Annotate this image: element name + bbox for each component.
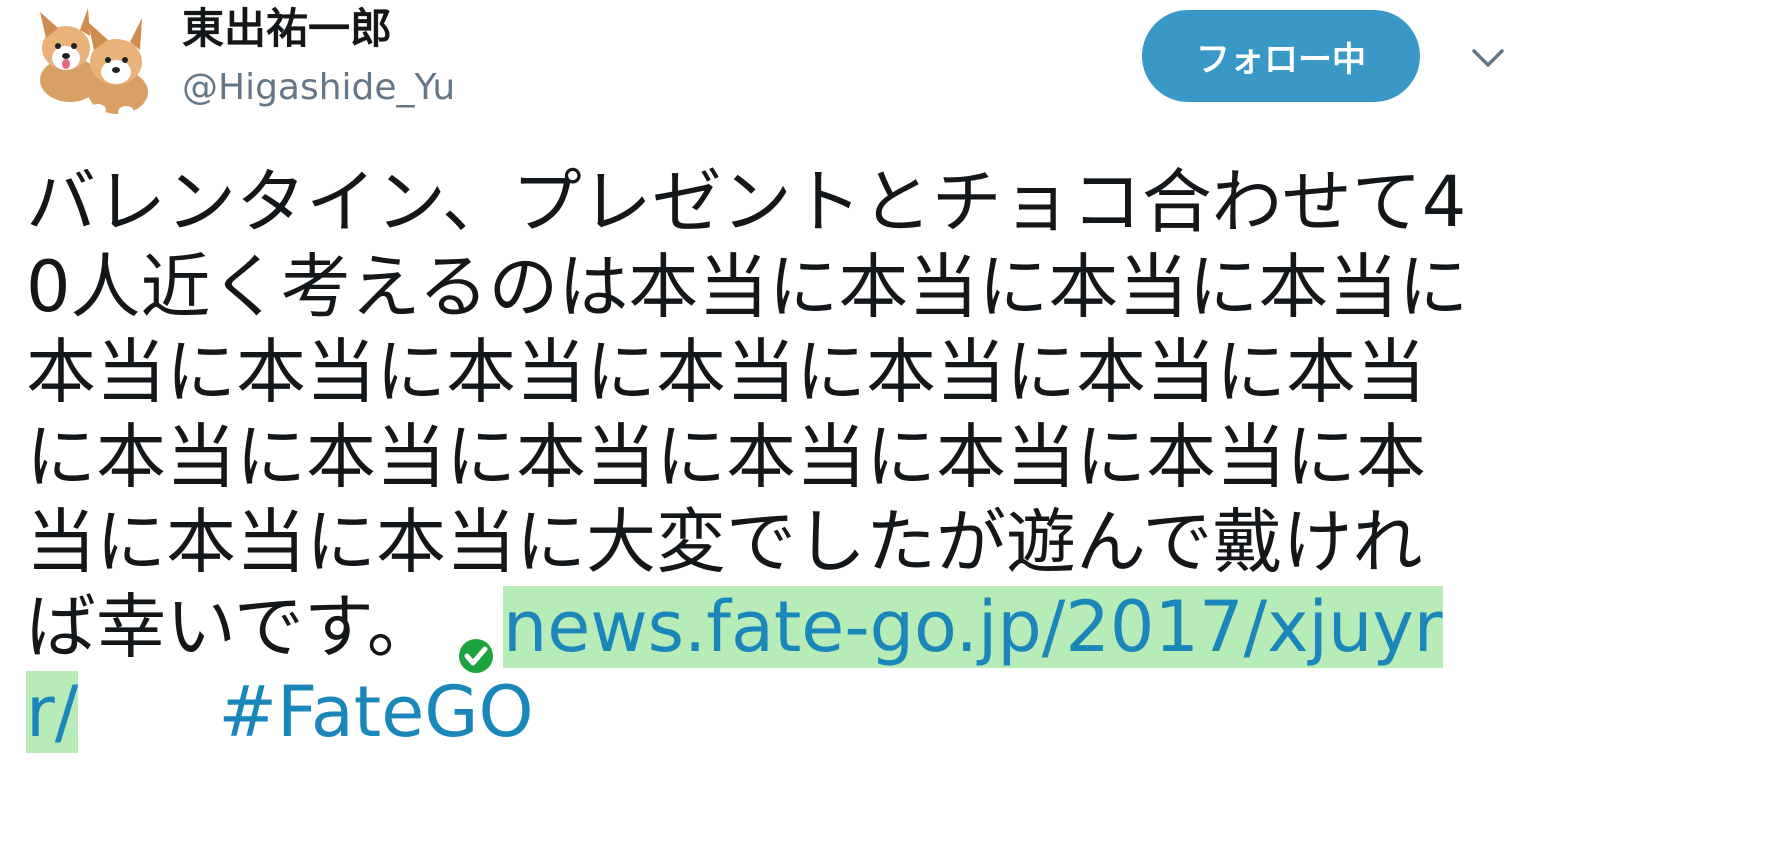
more-options-button[interactable] (1462, 38, 1514, 78)
avatar[interactable] (26, 6, 158, 122)
chevron-down-icon (1472, 49, 1504, 67)
verified-check-icon (457, 609, 495, 673)
user-handle[interactable]: @Higashide_Yu (182, 66, 455, 110)
hashtag-link[interactable]: #FateGO (218, 671, 533, 753)
corgi-avatar-icon (40, 8, 148, 118)
user-display-name[interactable]: 東出祐一郎 (182, 2, 392, 56)
following-button[interactable]: フォロー中 (1142, 10, 1420, 102)
tweet-text: バレンタイン、プレゼントとチョコ合わせて40人近く考えるのは本当に本当に本当に本… (26, 160, 1486, 755)
